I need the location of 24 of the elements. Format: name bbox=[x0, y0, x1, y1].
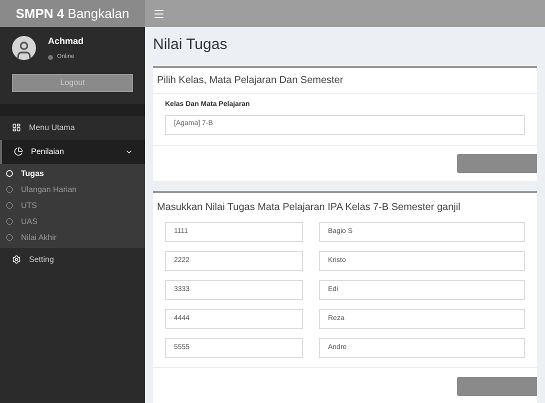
sidebar-item[interactable]: Penilaian bbox=[0, 140, 145, 164]
circle-icon bbox=[6, 218, 13, 225]
panel-title: Pilih Kelas, Mata Pelajaran Dan Semester bbox=[153, 68, 537, 94]
dashboard-icon bbox=[12, 123, 21, 132]
submenu-item[interactable]: Ulangan Harian bbox=[0, 182, 145, 198]
page-title: Nilai Tugas bbox=[153, 35, 228, 55]
submenu-item[interactable]: Tugas bbox=[0, 166, 145, 182]
circle-icon bbox=[6, 202, 13, 209]
submit-button[interactable] bbox=[457, 154, 537, 172]
submenu-item[interactable]: Nilai Akhir bbox=[0, 230, 145, 246]
menu-icon[interactable] bbox=[153, 8, 165, 20]
sidebar-item[interactable]: Setting bbox=[0, 248, 145, 272]
circle-icon bbox=[6, 234, 13, 241]
submenu-item[interactable]: UTS bbox=[0, 198, 145, 214]
circle-icon bbox=[6, 170, 13, 177]
avatar-icon bbox=[12, 36, 36, 60]
user-name: Achmad bbox=[48, 35, 84, 48]
pie-chart-icon bbox=[14, 147, 23, 156]
submit-button[interactable] bbox=[457, 376, 537, 396]
circle-icon bbox=[6, 186, 13, 193]
submenu-item[interactable]: UAS bbox=[0, 214, 145, 230]
settings-icon bbox=[12, 255, 21, 264]
panel-title: Masukkan Nilai Tugas Mata Pelajaran IPA Kelas 7-B Semester ganjil bbox=[156, 200, 462, 214]
sidebar-item[interactable]: Menu Utama bbox=[0, 116, 145, 140]
